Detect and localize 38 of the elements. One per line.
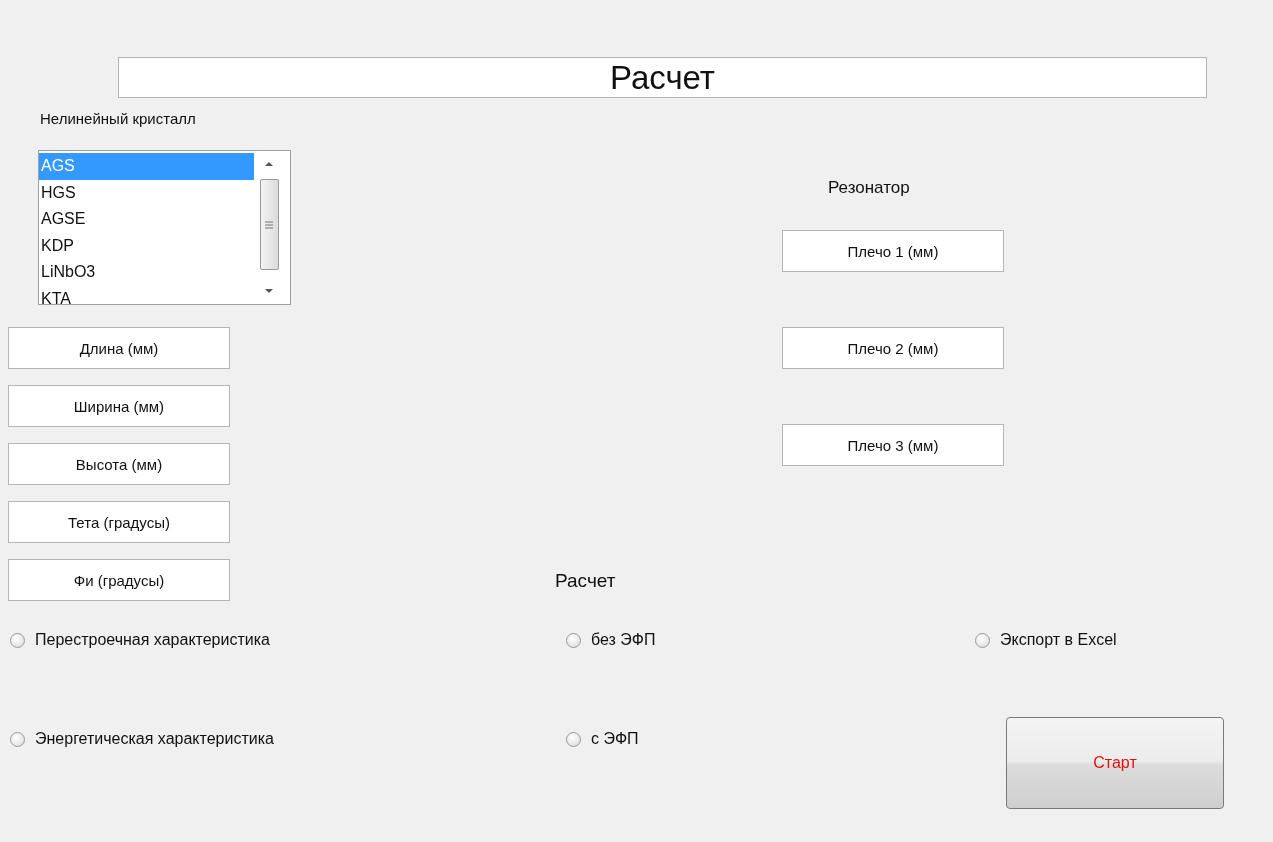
radio-option[interactable]: без ЭФП xyxy=(566,628,656,652)
radio-icon[interactable] xyxy=(566,632,581,648)
list-item[interactable]: KTA xyxy=(39,285,258,304)
radio-label[interactable]: Перестроечная характеристика xyxy=(35,631,270,649)
radio-label[interactable]: с ЭФП xyxy=(591,730,639,748)
radio-label[interactable]: Экспорт в Excel xyxy=(1000,631,1117,649)
input-field[interactable]: Длина (мм) xyxy=(8,327,230,369)
scroll-down-icon[interactable] xyxy=(264,288,274,294)
radio-option[interactable]: Экспорт в Excel xyxy=(975,628,1117,652)
radio-icon[interactable] xyxy=(10,731,25,747)
calc-label: Расчет xyxy=(555,569,617,593)
list-item[interactable]: KDP xyxy=(39,232,258,259)
crystal-label: Нелинейный кристалл xyxy=(40,109,196,129)
radio-option[interactable]: с ЭФП xyxy=(566,727,639,751)
list-item[interactable]: AGSE xyxy=(39,206,258,233)
start-button[interactable]: Старт xyxy=(1006,717,1224,809)
input-field[interactable]: Фи (градусы) xyxy=(8,559,230,601)
radio-label[interactable]: без ЭФП xyxy=(591,631,656,649)
input-field[interactable]: Ширина (мм) xyxy=(8,385,230,427)
radio-icon[interactable] xyxy=(10,632,25,648)
scroll-thumb[interactable] xyxy=(259,179,279,270)
title-box: Расчет xyxy=(118,57,1207,98)
radio-option[interactable]: Энергетическая характеристика xyxy=(10,727,274,751)
input-field[interactable]: Плечо 3 (мм) xyxy=(782,424,1004,466)
radio-option[interactable]: Перестроечная характеристика xyxy=(10,628,270,652)
list-item[interactable]: LiNbO3 xyxy=(39,259,258,286)
input-field[interactable]: Плечо 2 (мм) xyxy=(782,327,1004,369)
radio-label[interactable]: Энергетическая характеристика xyxy=(35,730,274,748)
radio-icon[interactable] xyxy=(566,731,581,747)
crystal-listbox[interactable]: AGS HGS AGSE KDP LiNbO3 KTA xyxy=(38,150,291,305)
input-field[interactable]: Высота (мм) xyxy=(8,443,230,485)
list-item[interactable]: HGS xyxy=(39,179,258,206)
grip-icon xyxy=(265,220,273,229)
radio-icon[interactable] xyxy=(975,632,990,648)
input-field[interactable]: Тета (градусы) xyxy=(8,501,230,543)
input-field[interactable]: Плечо 1 (мм) xyxy=(782,230,1004,272)
scroll-up-icon[interactable] xyxy=(264,161,274,167)
resonator-label: Резонатор xyxy=(828,177,910,199)
